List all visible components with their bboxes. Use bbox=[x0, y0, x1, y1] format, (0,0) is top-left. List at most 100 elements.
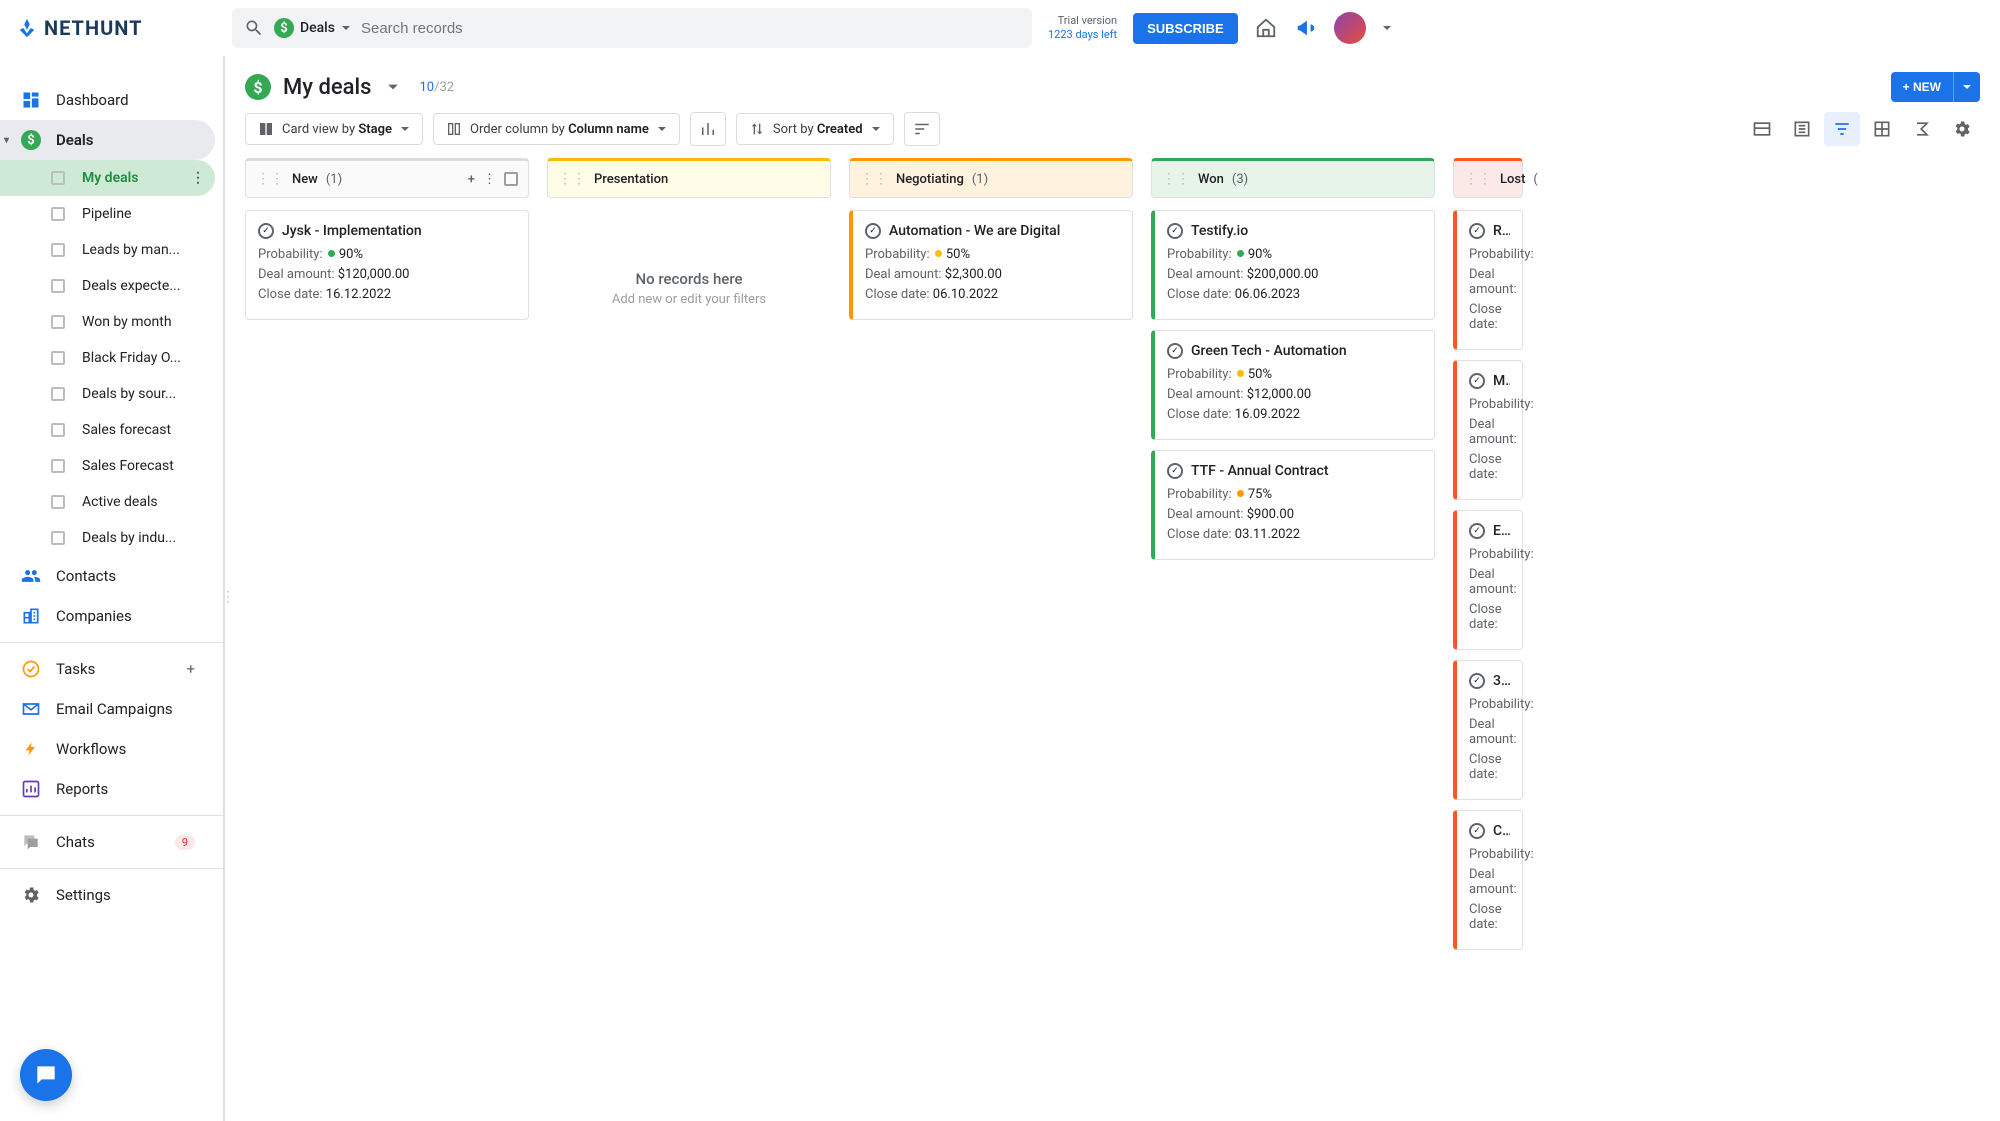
sidebar-subview[interactable]: Pipeline bbox=[0, 196, 215, 232]
column-header[interactable]: ⋮⋮ New (1) + ⋮ bbox=[245, 158, 529, 198]
sidebar-label-companies: Companies bbox=[56, 607, 132, 625]
sidebar-item-workflows[interactable]: Workflows bbox=[0, 729, 215, 769]
deal-card[interactable]: ✓Elem Probability: Deal amount: Close da… bbox=[1453, 510, 1523, 650]
card-close-date: Close date: bbox=[1469, 602, 1510, 632]
check-circle-icon: ✓ bbox=[1469, 673, 1485, 689]
megaphone-icon[interactable] bbox=[1294, 16, 1318, 40]
sidebar-item-reports[interactable]: Reports bbox=[0, 769, 215, 809]
sidebar-label-reports: Reports bbox=[56, 780, 108, 798]
sidebar-item-deals[interactable]: ▾ $ Deals bbox=[0, 120, 215, 160]
resize-handle[interactable]: ⋮ bbox=[221, 589, 235, 605]
grip-icon[interactable]: ⋮⋮ bbox=[860, 171, 888, 187]
settings-icon[interactable] bbox=[1944, 112, 1980, 146]
card-title: Reve bbox=[1493, 223, 1510, 239]
deal-card[interactable]: ✓Green Tech - Automation Probability: 50… bbox=[1151, 330, 1435, 440]
deal-card[interactable]: ✓Automation - We are Digital Probability… bbox=[849, 210, 1133, 320]
sort-selector[interactable]: Sort by Created bbox=[736, 113, 894, 145]
home-icon[interactable] bbox=[1254, 16, 1278, 40]
deal-card[interactable]: ✓Jysk - Implementation Probability: 90% … bbox=[245, 210, 529, 320]
sidebar-subview[interactable]: Sales Forecast bbox=[0, 448, 215, 484]
card-view-selector[interactable]: Card view by Stage bbox=[245, 113, 423, 145]
search-input[interactable] bbox=[361, 20, 1020, 37]
kanban-column: ⋮⋮ New (1) + ⋮ ✓Jysk - Implementation Pr… bbox=[245, 158, 529, 1101]
card-probability: Probability: bbox=[1469, 697, 1510, 712]
trial-line2: 1223 days left bbox=[1048, 28, 1117, 42]
sidebar-subview[interactable]: My deals⋮ bbox=[0, 160, 215, 196]
card-close-date: Close date: bbox=[1469, 902, 1510, 932]
sidebar-item-email[interactable]: Email Campaigns bbox=[0, 689, 215, 729]
subview-icon bbox=[46, 351, 68, 365]
grid-icon[interactable] bbox=[1864, 112, 1900, 146]
search-bar[interactable]: $ Deals bbox=[232, 8, 1032, 48]
sidebar-item-settings[interactable]: Settings bbox=[0, 875, 215, 915]
reports-icon bbox=[20, 779, 42, 799]
add-task-icon[interactable]: + bbox=[186, 660, 195, 678]
column-header[interactable]: ⋮⋮ Negotiating (1) bbox=[849, 158, 1133, 198]
deal-card[interactable]: ✓3-ye Probability: Deal amount: Close da… bbox=[1453, 660, 1523, 800]
sort-lines-button[interactable] bbox=[904, 112, 940, 146]
brand-logo[interactable]: NETHUNT bbox=[16, 16, 216, 40]
sidebar-item-companies[interactable]: Companies bbox=[0, 596, 215, 636]
sidebar-subview[interactable]: Active deals bbox=[0, 484, 215, 520]
gear-icon bbox=[20, 885, 42, 905]
card-probability: Probability: 90% bbox=[1167, 247, 1422, 262]
filter-icon[interactable] bbox=[1824, 112, 1860, 146]
avatar-menu-chevron[interactable] bbox=[1382, 23, 1392, 33]
page-title-menu[interactable] bbox=[387, 81, 399, 93]
sidebar-subview[interactable]: Leads by man... bbox=[0, 232, 215, 268]
subscribe-button[interactable]: SUBSCRIBE bbox=[1133, 13, 1238, 44]
grip-icon[interactable]: ⋮⋮ bbox=[1162, 171, 1190, 187]
deal-card[interactable]: ✓Call Probability: Deal amount: Close da… bbox=[1453, 810, 1523, 950]
sidebar-subview[interactable]: Won by month bbox=[0, 304, 215, 340]
count-current: 10 bbox=[419, 80, 434, 95]
chart-toggle[interactable] bbox=[690, 112, 726, 146]
deal-card[interactable]: ✓TTF - Annual Contract Probability: 75% … bbox=[1151, 450, 1435, 560]
new-button[interactable]: + NEW bbox=[1891, 72, 1953, 102]
grip-icon[interactable]: ⋮⋮ bbox=[1464, 171, 1492, 187]
grip-icon[interactable]: ⋮⋮ bbox=[558, 171, 586, 187]
check-circle-icon: ✓ bbox=[1469, 523, 1485, 539]
card-close-date: Close date: bbox=[1469, 452, 1510, 482]
card-title: Call bbox=[1493, 823, 1510, 839]
kanban-column: ⋮⋮ Lost ( ✓Reve Probability: Deal amount… bbox=[1453, 158, 1523, 1101]
page-title: My deals bbox=[283, 75, 371, 100]
sidebar-item-tasks[interactable]: Tasks + bbox=[0, 649, 215, 689]
chats-badge: 9 bbox=[175, 835, 195, 850]
deal-card[interactable]: ✓Man Probability: Deal amount: Close dat… bbox=[1453, 360, 1523, 500]
sidebar-label-tasks: Tasks bbox=[56, 660, 95, 678]
column-header[interactable]: ⋮⋮ Won (3) bbox=[1151, 158, 1435, 198]
sidebar-subview[interactable]: Black Friday O... bbox=[0, 340, 215, 376]
deal-card[interactable]: ✓Testify.io Probability: 90% Deal amount… bbox=[1151, 210, 1435, 320]
card-amount: Deal amount: $200,000.00 bbox=[1167, 267, 1422, 282]
sidebar-subview[interactable]: Sales forecast bbox=[0, 412, 215, 448]
avatar[interactable] bbox=[1334, 12, 1366, 44]
search-scope[interactable]: $ Deals bbox=[274, 18, 351, 38]
sidebar-label-settings: Settings bbox=[56, 886, 111, 904]
column-checkbox[interactable] bbox=[504, 172, 518, 186]
add-card-icon[interactable]: + bbox=[468, 172, 475, 187]
view-list-icon[interactable] bbox=[1784, 112, 1820, 146]
sidebar-subview[interactable]: Deals expecte... bbox=[0, 268, 215, 304]
sidebar: Dashboard ▾ $ Deals My deals⋮PipelineLea… bbox=[0, 56, 224, 1121]
card-close-date: Close date: 06.10.2022 bbox=[865, 287, 1120, 302]
subview-label: Deals by sour... bbox=[82, 386, 176, 402]
column-header[interactable]: ⋮⋮ Lost ( bbox=[1453, 158, 1523, 198]
sigma-icon[interactable] bbox=[1904, 112, 1940, 146]
sidebar-item-chats[interactable]: Chats 9 bbox=[0, 822, 215, 862]
new-button-dropdown[interactable] bbox=[1953, 72, 1980, 102]
sidebar-item-contacts[interactable]: Contacts bbox=[0, 556, 215, 596]
sidebar-item-dashboard[interactable]: Dashboard bbox=[0, 80, 215, 120]
column-header[interactable]: ⋮⋮ Presentation bbox=[547, 158, 831, 198]
card-amount: Deal amount: bbox=[1469, 567, 1510, 597]
order-column-selector[interactable]: Order column by Column name bbox=[433, 113, 680, 145]
empty-state: No records here Add new or edit your fil… bbox=[547, 210, 831, 307]
intercom-chat-button[interactable] bbox=[20, 1049, 72, 1101]
sidebar-subview[interactable]: Deals by indu... bbox=[0, 520, 215, 556]
more-icon[interactable]: ⋮ bbox=[191, 170, 205, 186]
tasks-icon bbox=[20, 659, 42, 679]
column-more-icon[interactable]: ⋮ bbox=[483, 172, 496, 187]
view-table-icon[interactable] bbox=[1744, 112, 1780, 146]
deal-card[interactable]: ✓Reve Probability: Deal amount: Close da… bbox=[1453, 210, 1523, 350]
grip-icon[interactable]: ⋮⋮ bbox=[256, 171, 284, 187]
sidebar-subview[interactable]: Deals by sour... bbox=[0, 376, 215, 412]
